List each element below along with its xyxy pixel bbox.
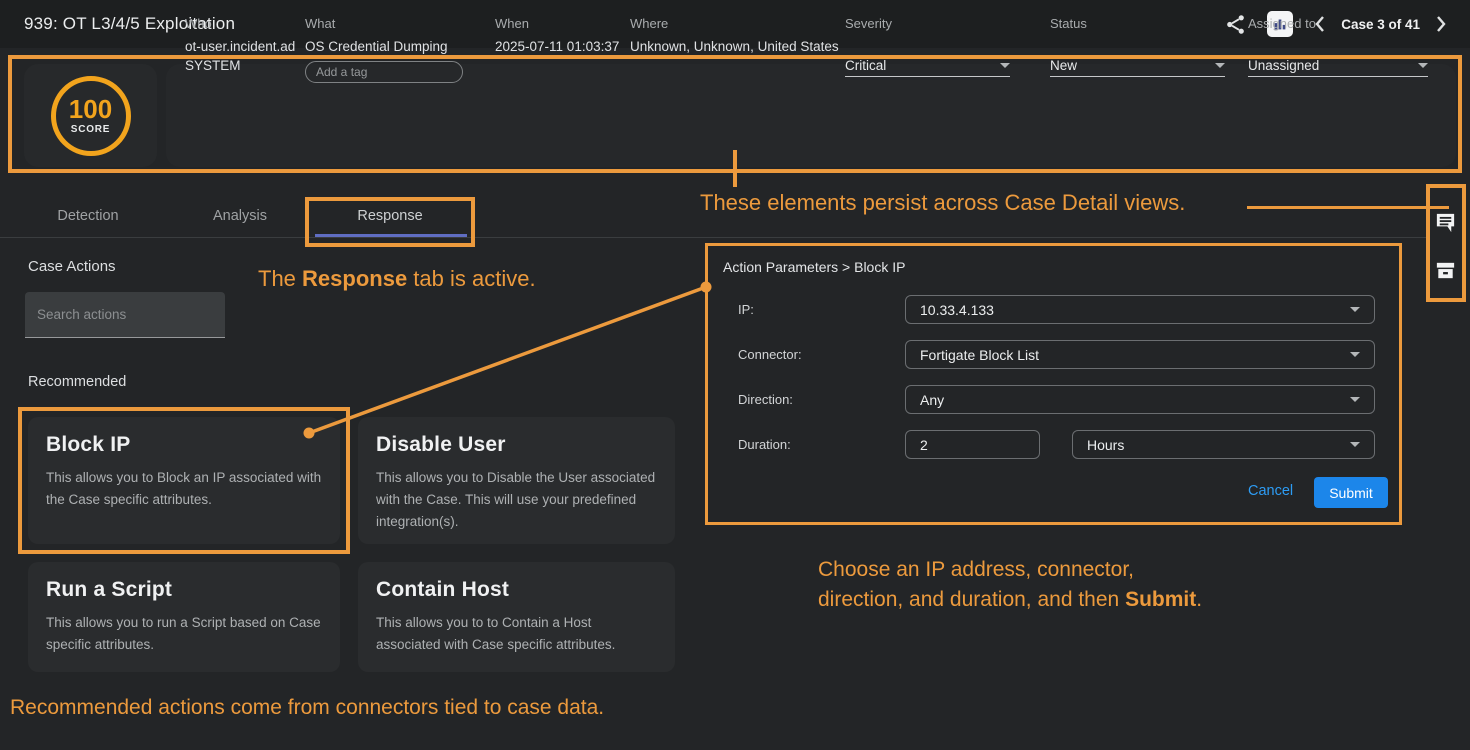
ip-value: 10.33.4.133 [920,302,994,318]
connector-label: Connector: [738,347,802,362]
chevron-right-icon[interactable] [1434,15,1448,33]
annotation-recommended: Recommended actions come from connectors… [10,696,604,720]
archive-icon[interactable] [1434,259,1457,282]
recommended-section-title: Recommended [28,374,126,390]
what-label: What [305,16,463,31]
annotation-choose-params: Choose an IP address, connector, directi… [818,555,1202,615]
chevron-down-icon [1215,63,1225,68]
what-column: What OS Credential Dumping [305,16,463,83]
connector-select[interactable]: Fortigate Block List [905,340,1375,369]
annotation-response-tab: The Response tab is active. [258,266,536,292]
tab-detection[interactable]: Detection [8,196,168,236]
action-card-run-script[interactable]: Run a Script This allows you to run a Sc… [28,562,340,672]
score-ring: 100 SCORE [51,76,131,156]
where-column: Where Unknown, Unknown, United States [630,16,839,56]
chevron-down-icon [1350,442,1360,447]
who-value-line1: ot-user.incident.ad [185,37,295,56]
duration-unit-select[interactable]: Hours [1072,430,1375,459]
action-card-contain-host[interactable]: Contain Host This allows you to to Conta… [358,562,675,672]
assigned-value: Unassigned [1248,58,1319,73]
what-value: OS Credential Dumping [305,37,463,56]
share-icon[interactable] [1224,13,1247,36]
action-card-title: Contain Host [376,578,657,602]
duration-input-wrap [905,430,1040,459]
where-value: Unknown, Unknown, United States [630,37,839,56]
direction-value: Any [920,392,944,408]
action-card-desc: This allows you to Disable the User asso… [376,467,657,533]
who-column: Who ot-user.incident.ad SYSTEM [185,16,295,75]
who-value-line2: SYSTEM [185,56,295,75]
header-annotation-connector [733,150,737,187]
chevron-down-icon [1350,397,1360,402]
duration-unit-value: Hours [1087,437,1124,453]
action-parameters-annotation-box [705,243,1402,525]
tab-response[interactable]: Response [310,196,470,236]
status-label: Status [1050,16,1225,31]
add-tag-input[interactable] [305,61,463,83]
action-card-block-ip[interactable]: Block IP This allows you to Block an IP … [28,417,340,544]
when-column: When 2025-07-11 01:03:37 [495,16,619,56]
where-label: Where [630,16,839,31]
chevron-down-icon [1350,307,1360,312]
action-card-desc: This allows you to to Contain a Host ass… [376,612,657,656]
side-icons-annotation-box [1426,184,1466,302]
score-label: SCORE [71,124,111,135]
search-actions-input[interactable] [25,307,225,322]
chevron-down-icon [1350,352,1360,357]
tabs-divider [0,237,1430,238]
when-label: When [495,16,619,31]
assigned-label: Assigned to [1248,16,1428,31]
status-column: Status New [1050,16,1225,77]
assigned-column: Assigned to Unassigned [1248,16,1428,77]
when-value: 2025-07-11 01:03:37 [495,37,619,56]
action-card-desc: This allows you to run a Script based on… [46,612,322,656]
submit-button[interactable]: Submit [1314,477,1388,508]
ip-select[interactable]: 10.33.4.133 [905,295,1375,324]
status-select[interactable]: New [1050,54,1225,77]
cancel-button[interactable]: Cancel [1248,483,1293,499]
case-detail-page: 939: OT L3/4/5 Exploitation [0,0,1470,750]
severity-value: Critical [845,58,886,73]
score-value: 100 [69,96,112,122]
chevron-down-icon [1000,63,1010,68]
search-actions-box [25,292,225,338]
severity-label: Severity [845,16,1010,31]
who-label: Who [185,16,295,31]
case-actions-title: Case Actions [28,258,116,275]
action-card-title: Block IP [46,433,322,457]
severity-column: Severity Critical [845,16,1010,77]
action-card-disable-user[interactable]: Disable User This allows you to Disable … [358,417,675,544]
comment-icon[interactable] [1434,211,1457,234]
annotation-persist: These elements persist across Case Detai… [700,190,1185,216]
duration-label: Duration: [738,437,791,452]
breadcrumb: Action Parameters > Block IP [723,259,905,275]
assigned-select[interactable]: Unassigned [1248,54,1428,77]
ip-label: IP: [738,302,754,317]
tab-analysis[interactable]: Analysis [160,196,320,236]
score-card: 100 SCORE [24,64,157,167]
chevron-down-icon [1418,63,1428,68]
connector-value: Fortigate Block List [920,347,1039,363]
annotation-persist-connector [1247,206,1449,209]
direction-label: Direction: [738,392,793,407]
action-card-title: Run a Script [46,578,322,602]
action-card-title: Disable User [376,433,657,457]
duration-input[interactable] [920,437,1025,453]
status-value: New [1050,58,1077,73]
severity-select[interactable]: Critical [845,54,1010,77]
action-card-desc: This allows you to Block an IP associate… [46,467,322,511]
direction-select[interactable]: Any [905,385,1375,414]
